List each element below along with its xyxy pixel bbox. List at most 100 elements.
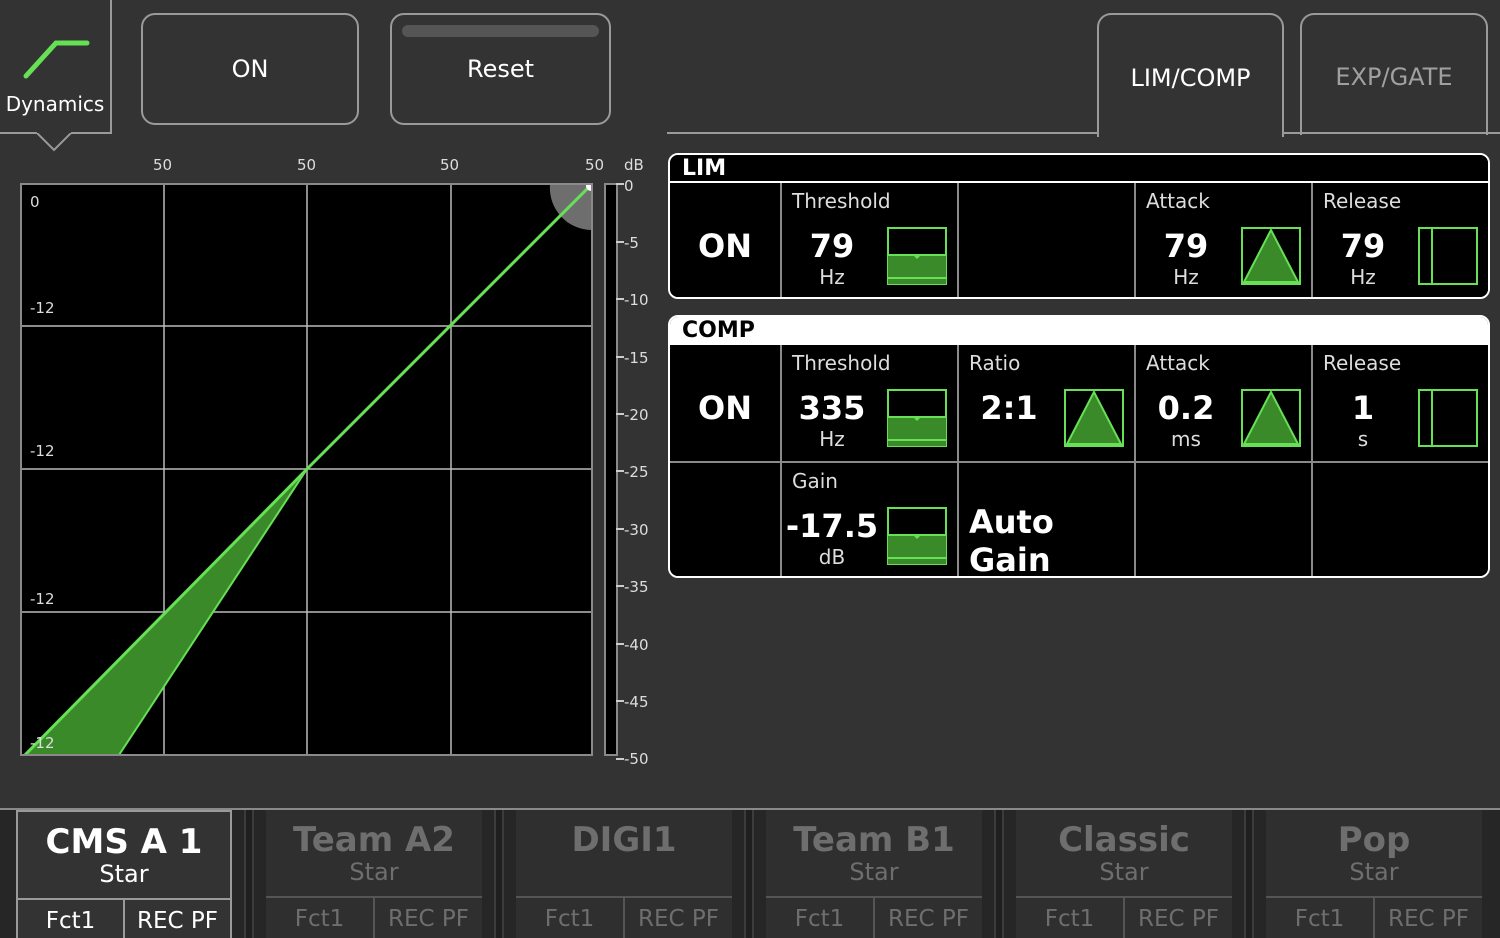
param-title: Attack <box>1146 189 1210 213</box>
param-title: Attack <box>1146 351 1210 375</box>
channel-fct-button[interactable]: Fct1 <box>516 898 623 938</box>
channel-fct-button[interactable]: Fct1 <box>18 900 123 938</box>
reset-button[interactable]: Reset <box>390 13 611 125</box>
compressor-state: ON <box>698 389 752 427</box>
limiter-title: LIM <box>670 155 1488 183</box>
on-button[interactable]: ON <box>141 13 359 125</box>
limiter-attack-control[interactable]: Attack 79 Hz <box>1134 183 1311 297</box>
meter-scale-label: -45 <box>624 693 649 711</box>
param-value: 335 <box>798 389 866 427</box>
channel-fct-button[interactable]: Fct1 <box>1266 898 1373 938</box>
param-unit: Hz <box>819 427 845 451</box>
compressor-ratio-control[interactable]: Ratio 2:1 <box>957 345 1134 461</box>
threshold-level-icon <box>887 227 947 285</box>
tab-lim-comp[interactable]: LIM/COMP <box>1097 13 1284 137</box>
param-title: Gain <box>792 469 838 493</box>
tab-exp-gate[interactable]: EXP/GATE <box>1300 13 1488 135</box>
channel-sub: Star <box>849 858 899 886</box>
meter-scale-label: -20 <box>624 406 649 424</box>
channel-rec-pf-button[interactable]: REC PF <box>623 898 732 938</box>
compressor-empty-cell <box>1134 463 1311 576</box>
auto-gain-button[interactable]: Auto Gain <box>957 463 1134 576</box>
dynamics-transfer-graph[interactable]: 0 -12 -12 -12 -12 <box>20 183 593 756</box>
compressor-panel: COMP ON Threshold 335 Hz Ratio 2:1 Attac… <box>668 315 1490 578</box>
param-title: Release <box>1323 351 1402 375</box>
param-unit: dB <box>818 545 846 569</box>
compressor-threshold-control[interactable]: Threshold 335 Hz <box>780 345 957 461</box>
limiter-release-control[interactable]: Release 79 Hz <box>1311 183 1488 297</box>
ratio-triangle-icon <box>1064 389 1124 447</box>
limiter-empty-cell <box>957 183 1134 297</box>
channel-name: Classic <box>1058 820 1190 860</box>
param-value: -17.5 <box>785 507 879 545</box>
meter-scale-label: -40 <box>624 636 649 654</box>
reset-button-label: Reset <box>466 55 535 83</box>
pointer-arrow-icon <box>36 132 72 152</box>
param-value: 0.2 <box>1157 389 1215 427</box>
param-unit: s <box>1357 427 1369 451</box>
tab-exp-gate-label: EXP/GATE <box>1335 63 1453 91</box>
compressor-title: COMP <box>670 317 1488 345</box>
meter-scale-label: -50 <box>624 750 649 768</box>
attack-triangle-icon <box>1241 227 1301 285</box>
x-tick-label: 50 <box>153 156 173 174</box>
channel-name: Team A2 <box>293 820 455 860</box>
channel-tile-cms-a1[interactable]: CMS A 1 Star Fct1 REC PF <box>16 810 232 938</box>
compressor-release-control[interactable]: Release 1 s <box>1311 345 1488 461</box>
limiter-threshold-control[interactable]: Threshold 79 Hz <box>780 183 957 297</box>
channel-tile-digi1[interactable]: DIGI1 Fct1 REC PF <box>516 810 732 938</box>
channel-tile-classic[interactable]: Classic Star Fct1 REC PF <box>1016 810 1232 938</box>
gain-level-icon <box>887 507 947 565</box>
channel-name: Pop <box>1337 820 1411 860</box>
compressor-on-toggle[interactable]: ON <box>670 345 780 461</box>
compressor-gain-control[interactable]: Gain -17.5 dB <box>780 463 957 576</box>
tab-lim-comp-label: LIM/COMP <box>1130 64 1251 92</box>
meter-scale-label: -10 <box>624 291 649 309</box>
channel-tile-pop[interactable]: Pop Star Fct1 REC PF <box>1266 810 1482 938</box>
on-button-label: ON <box>231 55 269 83</box>
channel-separator <box>1244 810 1254 938</box>
param-unit: Hz <box>819 265 845 289</box>
compressor-empty-cell <box>670 463 780 576</box>
param-title: Threshold <box>792 189 891 213</box>
param-unit: Hz <box>1350 265 1376 289</box>
channel-rec-pf-button[interactable]: REC PF <box>373 898 482 938</box>
limiter-on-toggle[interactable]: ON <box>670 183 780 297</box>
channel-rec-pf-button[interactable]: REC PF <box>873 898 982 938</box>
meter-scale-label: -35 <box>624 578 649 596</box>
channel-rec-pf-button[interactable]: REC PF <box>1373 898 1482 938</box>
limiter-panel: LIM ON Threshold 79 Hz Attack 79 Hz Rele… <box>668 153 1490 299</box>
auto-gain-label: Auto Gain <box>969 503 1054 578</box>
channel-fct-button[interactable]: Fct1 <box>1016 898 1123 938</box>
channel-rec-pf-button[interactable]: REC PF <box>1123 898 1232 938</box>
meter-scale-label: -5 <box>624 234 639 252</box>
param-value: 79 <box>1340 227 1386 265</box>
x-unit-label: dB <box>624 156 644 174</box>
meter-scale-label: 0 <box>624 177 634 195</box>
channel-rec-pf-button[interactable]: REC PF <box>123 900 230 938</box>
channel-sub: Star <box>349 858 399 886</box>
compressor-empty-cell <box>1311 463 1488 576</box>
channel-separator <box>244 810 254 938</box>
meter-scale-label: -15 <box>624 349 649 367</box>
channel-fct-button[interactable]: Fct1 <box>766 898 873 938</box>
compressor-attack-control[interactable]: Attack 0.2 ms <box>1134 345 1311 461</box>
reset-indicator-bar <box>402 25 599 37</box>
dynamics-module-button[interactable]: Dynamics <box>0 0 112 134</box>
limiter-state: ON <box>698 227 752 265</box>
channel-sub: Star <box>1349 858 1399 886</box>
y-label: -12 <box>30 734 55 752</box>
channel-tile-team-b1[interactable]: Team B1 Star Fct1 REC PF <box>766 810 982 938</box>
channel-fct-button[interactable]: Fct1 <box>266 898 373 938</box>
param-value: 1 <box>1351 389 1375 427</box>
param-title: Release <box>1323 189 1402 213</box>
channel-sub: Star <box>99 860 149 888</box>
dynamics-curve-icon <box>23 40 90 79</box>
channel-name: DIGI1 <box>571 820 677 860</box>
channel-sub: Star <box>1099 858 1149 886</box>
channel-name: CMS A 1 <box>45 822 203 862</box>
param-title: Threshold <box>792 351 891 375</box>
dynamics-label: Dynamics <box>5 92 105 116</box>
channel-name: Team B1 <box>793 820 955 860</box>
channel-tile-team-a2[interactable]: Team A2 Star Fct1 REC PF <box>266 810 482 938</box>
